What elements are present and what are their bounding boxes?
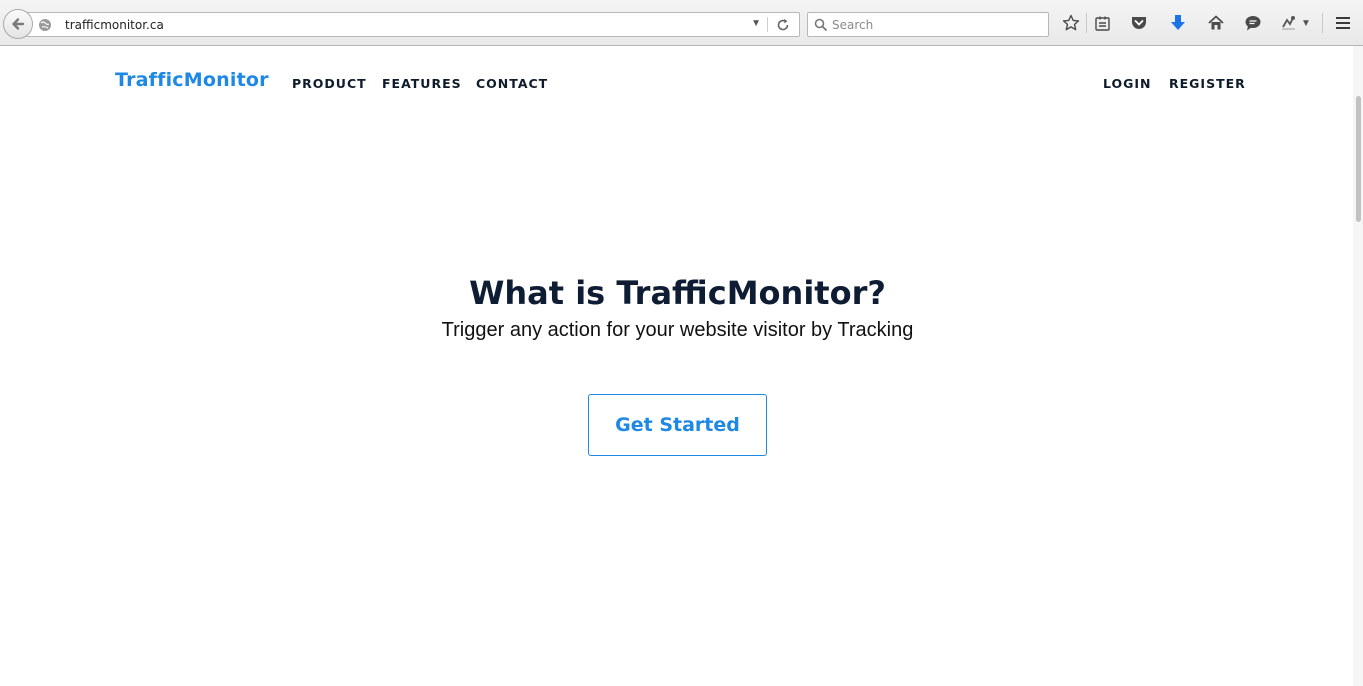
toolbar-divider bbox=[1322, 13, 1323, 33]
back-button[interactable] bbox=[3, 9, 33, 39]
reading-list-button[interactable] bbox=[1092, 13, 1112, 33]
extension-button[interactable] bbox=[1279, 13, 1299, 33]
home-button[interactable] bbox=[1206, 13, 1226, 33]
get-started-button[interactable]: Get Started bbox=[588, 394, 767, 456]
search-icon bbox=[814, 18, 828, 32]
menu-button[interactable] bbox=[1333, 13, 1353, 33]
back-icon bbox=[12, 18, 25, 30]
search-bar[interactable] bbox=[807, 12, 1049, 37]
dropdown-arrow-icon[interactable]: ▼ bbox=[751, 18, 761, 29]
globe-icon bbox=[39, 19, 51, 31]
nav-product[interactable]: PRODUCT bbox=[292, 76, 367, 91]
chat-icon bbox=[1245, 16, 1261, 31]
pocket-button[interactable] bbox=[1129, 13, 1149, 33]
nav-contact[interactable]: CONTACT bbox=[476, 76, 548, 91]
extension-dropdown-button[interactable]: ▼ bbox=[1299, 13, 1313, 33]
dropdown-arrow-icon: ▼ bbox=[1301, 17, 1311, 29]
download-button[interactable] bbox=[1168, 13, 1188, 33]
extension-icon bbox=[1282, 16, 1295, 30]
hero-title: What is TrafficMonitor? bbox=[469, 274, 886, 312]
chat-button[interactable] bbox=[1243, 13, 1263, 33]
browser-toolbar: trafficmonitor.ca ▼ Search ▼ bbox=[0, 0, 1363, 46]
nav-register[interactable]: REGISTER bbox=[1169, 76, 1246, 91]
reload-icon[interactable] bbox=[775, 17, 791, 33]
site-logo[interactable]: TrafficMonitor bbox=[115, 69, 269, 91]
home-icon bbox=[1208, 15, 1224, 30]
page-scrollbar[interactable] bbox=[1353, 46, 1363, 686]
reading-list-icon bbox=[1094, 16, 1110, 31]
menu-icon bbox=[1336, 17, 1350, 29]
url-bar[interactable]: trafficmonitor.ca ▼ bbox=[26, 12, 800, 37]
hero-subtitle: Trigger any action for your website visi… bbox=[441, 319, 914, 341]
url-text[interactable]: trafficmonitor.ca bbox=[65, 18, 164, 32]
toolbar-divider bbox=[1086, 13, 1087, 33]
nav-login[interactable]: LOGIN bbox=[1103, 76, 1152, 91]
url-divider bbox=[767, 17, 768, 32]
scrollbar-thumb[interactable] bbox=[1356, 96, 1361, 222]
search-input[interactable] bbox=[832, 15, 1042, 34]
nav-features[interactable]: FEATURES bbox=[382, 76, 462, 91]
bookmark-star-button[interactable] bbox=[1061, 13, 1081, 33]
star-icon bbox=[1062, 14, 1080, 31]
pocket-icon bbox=[1132, 17, 1146, 29]
download-icon bbox=[1171, 15, 1185, 30]
